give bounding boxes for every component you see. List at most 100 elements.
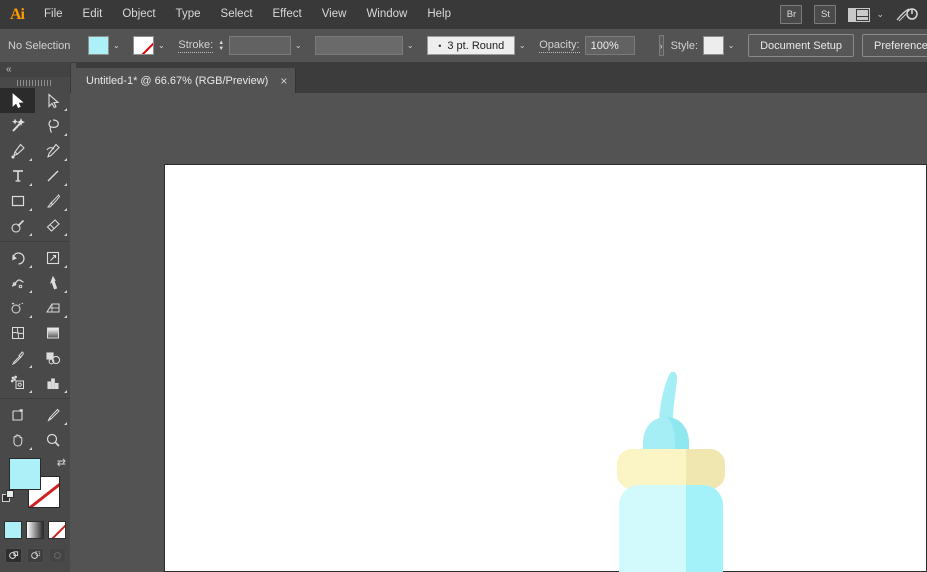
gradient-tool[interactable] [35, 320, 70, 345]
scale-tool[interactable] [35, 245, 70, 270]
variable-width-profile-control[interactable]: • 3 pt. Round ⌄ [427, 36, 529, 55]
stroke-weight-input[interactable] [229, 36, 292, 55]
menu-view[interactable]: View [312, 0, 357, 29]
eyedropper-tool[interactable] [0, 345, 35, 370]
zoom-tool[interactable] [35, 427, 70, 452]
stroke-weight-stepper[interactable]: ▲ ▼ [218, 40, 228, 52]
stroke-weight-control[interactable]: Stroke: ▲ ▼ ⌄ [178, 36, 305, 55]
stroke-weight-chevron-down-icon[interactable]: ⌄ [291, 36, 305, 55]
menu-bar: Ai File Edit Object Type Select Effect V… [0, 0, 927, 29]
selection-status: No Selection [8, 39, 71, 52]
line-segment-tool[interactable] [35, 163, 70, 188]
default-fill-stroke-icon[interactable] [2, 490, 15, 503]
profile-chevron-down-icon[interactable]: ⌄ [515, 36, 529, 55]
curvature-tool[interactable] [35, 138, 70, 163]
menu-object[interactable]: Object [112, 0, 165, 29]
document-setup-button[interactable]: Document Setup [748, 34, 855, 57]
gradient-button[interactable] [26, 521, 44, 539]
artboard[interactable] [164, 164, 927, 572]
opacity-more-options-icon[interactable]: › [658, 35, 664, 56]
color-button[interactable] [4, 521, 22, 539]
menu-select[interactable]: Select [211, 0, 263, 29]
close-icon[interactable]: × [280, 75, 287, 87]
lasso-tool[interactable] [35, 113, 70, 138]
canvas-area[interactable] [70, 93, 927, 572]
menu-type[interactable]: Type [166, 0, 211, 29]
selection-tool[interactable] [0, 88, 35, 113]
menu-window[interactable]: Window [356, 0, 417, 29]
fill-control[interactable]: ⌄ [88, 36, 123, 55]
fill-swatch[interactable] [88, 36, 110, 55]
symbol-sprayer-tool[interactable] [0, 370, 35, 395]
tools-divider [0, 241, 70, 242]
draw-mode-row [0, 548, 70, 563]
baby-bottle-illustration[interactable] [591, 361, 751, 572]
perspective-grid-tool[interactable] [35, 295, 70, 320]
stroke-chevron-down-icon[interactable]: ⌄ [154, 36, 168, 55]
tools-panel-grip[interactable] [0, 77, 70, 88]
shape-builder-tool[interactable] [0, 295, 35, 320]
rectangle-tool[interactable] [0, 188, 35, 213]
style-control[interactable]: Style: ⌄ [671, 36, 739, 55]
width-tool[interactable] [0, 270, 35, 295]
stock-button[interactable]: St [814, 5, 837, 24]
pen-tool[interactable] [0, 138, 35, 163]
type-tool[interactable] [0, 163, 35, 188]
paintbrush-tool[interactable] [35, 188, 70, 213]
opacity-label[interactable]: Opacity: [539, 39, 580, 53]
draw-inside-button[interactable] [48, 548, 66, 563]
brush-definition-input[interactable] [315, 36, 404, 55]
toolbar-fill-swatch[interactable] [9, 458, 41, 490]
document-tab[interactable]: Untitled-1* @ 66.67% (RGB/Preview) × [76, 68, 297, 93]
hand-tool[interactable] [0, 427, 35, 452]
tools-panel-header: « [0, 62, 70, 77]
stroke-control[interactable]: ⌄ [133, 36, 168, 55]
bridge-button[interactable]: Br [780, 5, 803, 24]
tools-panel: « ⇄ [0, 62, 71, 572]
eraser-tool[interactable] [35, 213, 70, 238]
brush-definition-control[interactable]: ⌄ [315, 36, 417, 55]
column-graph-tool[interactable] [35, 370, 70, 395]
style-chevron-down-icon[interactable]: ⌄ [724, 36, 738, 55]
stroke-weight-label[interactable]: Stroke: [178, 39, 214, 53]
opacity-control[interactable]: Opacity: 100% [539, 36, 648, 55]
menu-help[interactable]: Help [417, 0, 461, 29]
stroke-swatch[interactable] [133, 36, 155, 55]
width-profile-value[interactable]: • 3 pt. Round [427, 36, 516, 55]
draw-behind-button[interactable] [26, 548, 44, 563]
none-button[interactable] [48, 521, 66, 539]
direct-selection-tool[interactable] [35, 88, 70, 113]
document-tab-bar: Untitled-1* @ 66.67% (RGB/Preview) × [76, 62, 927, 93]
baby-bottle-svg [617, 371, 725, 572]
graphic-style-swatch[interactable] [703, 36, 725, 55]
chevron-down-icon[interactable]: ⌄ [876, 9, 884, 20]
app-logo-icon: Ai [10, 5, 25, 23]
slice-tool[interactable] [35, 402, 70, 427]
workspace-switcher-icon[interactable] [893, 5, 919, 25]
draw-normal-button[interactable] [4, 548, 22, 563]
artboard-tool[interactable] [0, 402, 35, 427]
preferences-button[interactable]: Preferences [862, 34, 927, 57]
tools-divider-2 [0, 398, 70, 399]
swap-fill-stroke-icon[interactable]: ⇄ [57, 456, 66, 469]
opacity-chevron-down-icon[interactable] [635, 36, 649, 55]
arrange-documents-icon[interactable] [848, 7, 871, 22]
collapse-panel-icon[interactable]: « [6, 64, 11, 75]
magic-wand-tool[interactable] [0, 113, 35, 138]
menu-file[interactable]: File [34, 0, 73, 29]
menu-bar-right-group: Br St ⌄ [780, 0, 927, 29]
brush-chevron-down-icon[interactable]: ⌄ [403, 36, 417, 55]
profile-bullet-icon: • [438, 40, 442, 51]
opacity-input[interactable]: 100% [584, 36, 635, 55]
illustrator-window: Ai File Edit Object Type Select Effect V… [0, 0, 927, 572]
document-tab-label: Untitled-1* @ 66.67% (RGB/Preview) [86, 74, 269, 87]
free-transform-tool[interactable] [35, 270, 70, 295]
fill-chevron-down-icon[interactable]: ⌄ [109, 36, 123, 55]
mesh-tool[interactable] [0, 320, 35, 345]
bottle-collar-shadow [686, 449, 725, 489]
menu-effect[interactable]: Effect [263, 0, 312, 29]
shaper-tool[interactable] [0, 213, 35, 238]
blend-tool[interactable] [35, 345, 70, 370]
rotate-tool[interactable] [0, 245, 35, 270]
menu-edit[interactable]: Edit [73, 0, 113, 29]
